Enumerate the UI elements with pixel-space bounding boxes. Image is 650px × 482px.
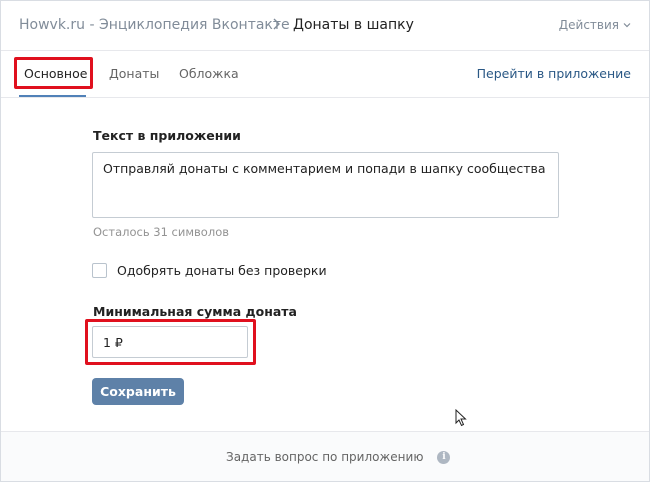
app-text-label: Текст в приложении: [93, 128, 241, 143]
tab-donaty[interactable]: Донаты: [109, 66, 159, 81]
open-app-link[interactable]: Перейти в приложение: [477, 66, 631, 81]
highlight-box-tab: [14, 57, 93, 89]
breadcrumb-separator-icon: [272, 16, 282, 36]
mouse-cursor-icon: [455, 408, 467, 431]
approve-checkbox-row[interactable]: Одобрять донаты без проверки: [92, 263, 327, 278]
approve-checkbox-label[interactable]: Одобрять донаты без проверки: [117, 263, 327, 278]
tabs-bar: Основное Донаты Обложка Перейти в прилож…: [1, 52, 649, 98]
highlight-box-input: [85, 319, 256, 365]
app-settings-window: Howvk.ru - Энциклопедия Вконтакте Донаты…: [0, 0, 650, 482]
page-title: Донаты в шапку: [293, 17, 414, 33]
breadcrumb-parent[interactable]: Howvk.ru - Энциклопедия Вконтакте: [19, 17, 290, 33]
ask-question-link[interactable]: Задать вопрос по приложению i: [226, 450, 451, 464]
tab-oblozhka[interactable]: Обложка: [179, 66, 239, 81]
chars-left-counter: Осталось 31 символов: [93, 225, 230, 239]
header: Howvk.ru - Энциклопедия Вконтакте Донаты…: [1, 1, 649, 51]
footer: Задать вопрос по приложению i: [1, 431, 649, 481]
app-text-field[interactable]: Отправляй донаты с комментарием и попади…: [92, 152, 559, 218]
chevron-down-icon: [623, 22, 631, 28]
info-icon[interactable]: i: [437, 450, 451, 464]
ask-question-label: Задать вопрос по приложению: [226, 450, 424, 464]
min-amount-label: Минимальная сумма доната: [93, 304, 297, 319]
approve-checkbox[interactable]: [92, 263, 107, 278]
active-tab-underline: [19, 95, 86, 97]
actions-label: Действия: [558, 18, 619, 32]
save-button[interactable]: Сохранить: [92, 378, 184, 405]
actions-dropdown[interactable]: Действия: [559, 18, 631, 32]
